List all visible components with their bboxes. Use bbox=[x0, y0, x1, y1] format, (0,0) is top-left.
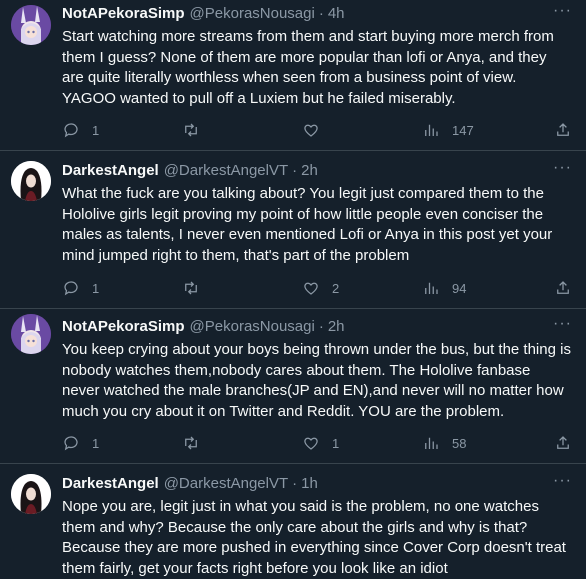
reply-icon bbox=[64, 123, 78, 138]
more-options-icon[interactable]: ··· bbox=[553, 315, 572, 333]
like-button[interactable] bbox=[302, 121, 422, 139]
timestamp[interactable]: 1h bbox=[301, 473, 318, 495]
tweet-text: Nope you are, legit just in what you sai… bbox=[62, 498, 566, 577]
user-handle[interactable]: @DarkestAngelVT bbox=[164, 473, 288, 495]
share-icon bbox=[557, 436, 569, 449]
tweet-header: DarkestAngel @DarkestAngelVT · 2h bbox=[62, 151, 572, 182]
tweet[interactable]: NotAPekoraSimp @PekorasNousagi · 2h ··· … bbox=[0, 309, 586, 464]
separator-dot: · bbox=[292, 475, 298, 492]
timestamp[interactable]: 2h bbox=[301, 160, 318, 182]
views-button[interactable]: 58 bbox=[422, 434, 552, 452]
tweet-header: NotAPekoraSimp @PekorasNousagi · 2h bbox=[62, 309, 572, 338]
display-name[interactable]: NotAPekoraSimp bbox=[62, 316, 185, 338]
analytics-icon bbox=[425, 282, 438, 294]
retweet-icon bbox=[185, 123, 197, 137]
avatar[interactable] bbox=[11, 161, 51, 201]
retweet-button[interactable] bbox=[182, 434, 302, 452]
view-count: 147 bbox=[452, 122, 474, 138]
tweet-text: What the fuck are you talking about? You… bbox=[62, 185, 553, 264]
display-name[interactable]: DarkestAngel bbox=[62, 473, 159, 495]
user-handle[interactable]: @PekorasNousagi bbox=[190, 316, 315, 338]
view-count: 94 bbox=[452, 280, 467, 296]
share-button[interactable] bbox=[554, 121, 572, 139]
like-button[interactable]: 1 bbox=[302, 434, 422, 452]
timestamp[interactable]: 4h bbox=[328, 3, 345, 25]
tweet-text: Start watching more streams from them an… bbox=[62, 28, 554, 107]
user-handle[interactable]: @DarkestAngelVT bbox=[164, 160, 288, 182]
retweet-icon bbox=[185, 436, 197, 450]
display-name[interactable]: DarkestAngel bbox=[62, 160, 159, 182]
reply-button[interactable]: 1 bbox=[62, 434, 182, 452]
share-button[interactable] bbox=[554, 434, 572, 452]
share-button[interactable] bbox=[554, 279, 572, 297]
share-icon bbox=[557, 123, 569, 136]
tweet[interactable]: NotAPekoraSimp @PekorasNousagi · 4h ··· … bbox=[0, 0, 586, 151]
retweet-icon bbox=[185, 281, 197, 295]
separator-dot: · bbox=[318, 5, 324, 22]
more-options-icon[interactable]: ··· bbox=[553, 472, 572, 490]
timestamp[interactable]: 2h bbox=[328, 316, 345, 338]
analytics-icon bbox=[425, 437, 438, 449]
reply-count: 1 bbox=[92, 122, 100, 138]
reply-icon bbox=[64, 281, 78, 296]
reply-button[interactable]: 1 bbox=[62, 121, 182, 139]
share-icon bbox=[557, 281, 569, 294]
views-button[interactable]: 94 bbox=[422, 279, 552, 297]
reply-count: 1 bbox=[92, 435, 100, 451]
avatar[interactable] bbox=[11, 5, 51, 45]
separator-dot: · bbox=[292, 162, 298, 179]
tweet-header: NotAPekoraSimp @PekorasNousagi · 4h bbox=[62, 0, 572, 25]
avatar[interactable] bbox=[11, 314, 51, 354]
action-bar: 1 1 58 bbox=[62, 433, 572, 453]
reply-count: 1 bbox=[92, 280, 100, 296]
reply-icon bbox=[64, 436, 78, 451]
tweet[interactable]: DarkestAngel @DarkestAngelVT · 1h ··· No… bbox=[0, 464, 586, 579]
like-count: 2 bbox=[332, 280, 340, 296]
reply-button[interactable]: 1 bbox=[62, 279, 182, 297]
separator-dot: · bbox=[318, 318, 324, 335]
more-options-icon[interactable]: ··· bbox=[553, 2, 572, 20]
heart-icon bbox=[304, 437, 318, 450]
heart-icon bbox=[304, 124, 318, 137]
retweet-button[interactable] bbox=[182, 121, 302, 139]
action-bar: 1 147 bbox=[62, 120, 572, 140]
views-button[interactable]: 147 bbox=[422, 121, 552, 139]
tweet-header: DarkestAngel @DarkestAngelVT · 1h bbox=[62, 464, 572, 495]
view-count: 58 bbox=[452, 435, 467, 451]
like-count: 1 bbox=[332, 435, 340, 451]
analytics-icon bbox=[425, 124, 438, 136]
action-bar: 1 2 94 bbox=[62, 278, 572, 298]
retweet-button[interactable] bbox=[182, 279, 302, 297]
like-button[interactable]: 2 bbox=[302, 279, 422, 297]
more-options-icon[interactable]: ··· bbox=[553, 159, 572, 177]
tweet[interactable]: DarkestAngel @DarkestAngelVT · 2h ··· Wh… bbox=[0, 151, 586, 309]
user-handle[interactable]: @PekorasNousagi bbox=[190, 3, 315, 25]
display-name[interactable]: NotAPekoraSimp bbox=[62, 3, 185, 25]
heart-icon bbox=[304, 282, 318, 295]
avatar[interactable] bbox=[11, 474, 51, 514]
tweet-text: You keep crying about your boys being th… bbox=[62, 341, 571, 420]
